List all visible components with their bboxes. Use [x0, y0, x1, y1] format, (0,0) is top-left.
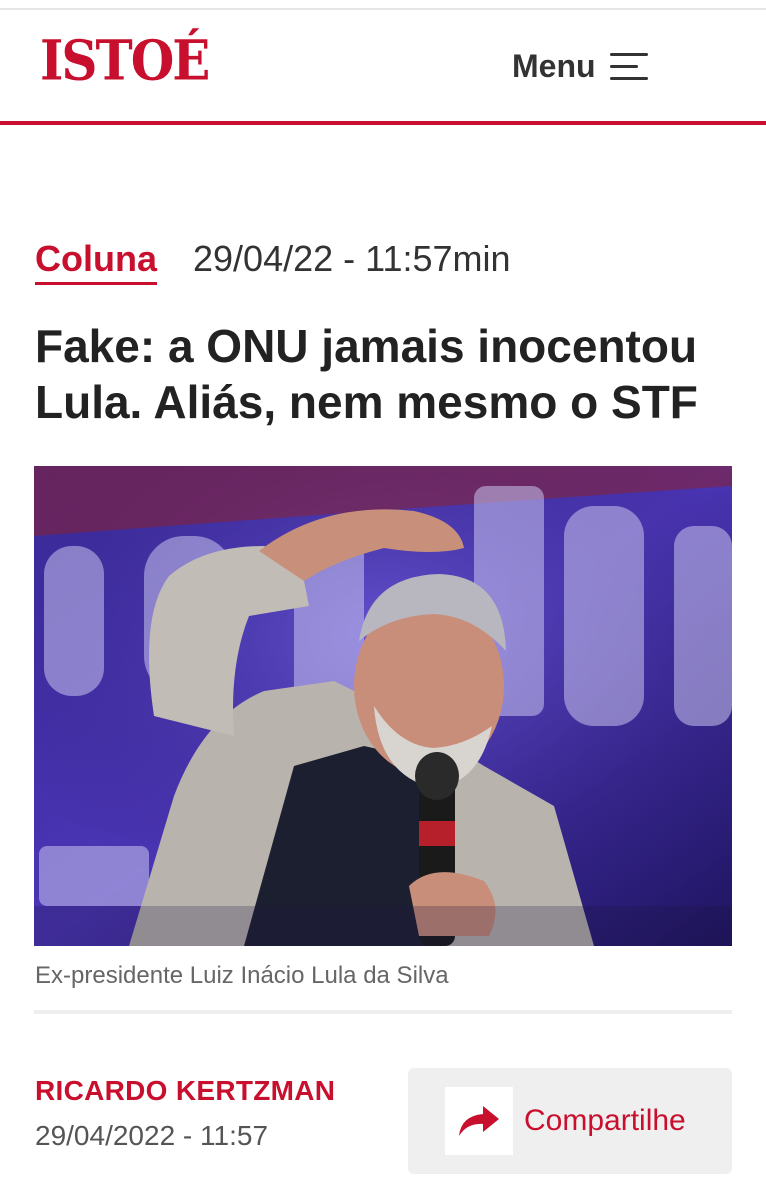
article-photo [34, 466, 732, 946]
site-header: ISTOÉ Menu [0, 10, 766, 122]
menu-label: Menu [512, 47, 596, 84]
header-divider [0, 121, 766, 125]
category-link[interactable]: Coluna [35, 238, 157, 285]
istoe-logo[interactable]: ISTOÉ [40, 28, 210, 94]
author-name[interactable]: RICARDO KERTZMAN [35, 1075, 335, 1107]
article-headline: Fake: a ONU jamais inocentou Lula. Aliás… [35, 320, 698, 428]
article-datetime: 29/04/22 - 11:57min [193, 238, 511, 279]
image-caption: Ex-presidente Luiz Inácio Lula da Silva [35, 962, 449, 989]
menu-button[interactable]: Menu [512, 46, 650, 86]
article-meta: Coluna 29/04/22 - 11:57min [35, 238, 511, 285]
share-label: Compartilhe [524, 1104, 686, 1137]
caption-divider [34, 1010, 732, 1014]
share-arrow-icon [445, 1087, 513, 1155]
publish-date: 29/04/2022 - 11:57 [35, 1120, 269, 1151]
hamburger-icon [609, 51, 650, 81]
share-button[interactable]: Compartilhe [408, 1068, 732, 1174]
